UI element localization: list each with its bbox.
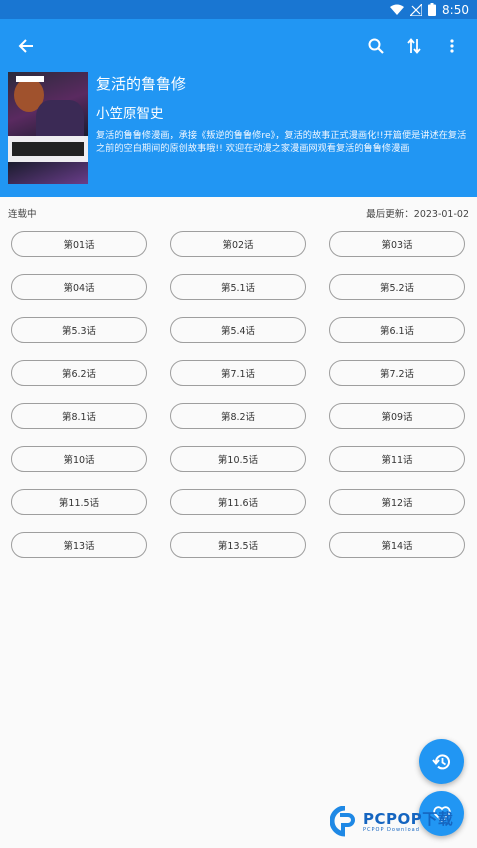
wifi-icon [390,4,405,16]
chapter-button[interactable]: 第10话 [11,446,147,472]
more-button[interactable] [435,29,469,63]
chapter-button[interactable]: 第13话 [11,532,147,558]
chapter-button[interactable]: 第10.5话 [170,446,306,472]
chapter-button[interactable]: 第11.5话 [11,489,147,515]
sort-icon [407,37,421,54]
sort-button[interactable] [397,29,431,63]
chapter-button[interactable]: 第5.2话 [329,274,465,300]
search-icon [368,38,384,54]
comic-header: 复活的鲁鲁修 小笠原智史 复活的鲁鲁修漫画，承接《叛逆的鲁鲁修re》，复活的故事… [0,19,477,197]
chapter-button[interactable]: 第5.3话 [11,317,147,343]
chapter-button[interactable]: 第02话 [170,231,306,257]
more-vert-icon [450,38,454,53]
arrow-back-icon [18,38,33,53]
chapter-button[interactable]: 第09话 [329,403,465,429]
chapter-grid: 第01话 第02话 第03话第04话 第5.1话 第5.2话第5.3话 第5.4话 第6.1… [0,221,477,558]
chapter-button[interactable]: 第7.2话 [329,360,465,386]
chapter-button[interactable]: 第6.1话 [329,317,465,343]
comic-cover-image[interactable] [8,72,88,184]
chapter-button[interactable]: 第6.2话 [11,360,147,386]
history-icon [431,753,450,769]
chapter-button[interactable]: 第5.1话 [170,274,306,300]
pcpop-logo-icon [330,806,355,837]
chapter-button[interactable]: 第13.5话 [170,532,306,558]
chapter-button[interactable]: 第14话 [329,532,465,558]
chapter-button[interactable]: 第12话 [329,489,465,515]
serial-status: 连载中 [8,209,37,220]
status-time: 8:50 [442,2,469,17]
comic-details: 复活的鲁鲁修 小笠原智史 复活的鲁鲁修漫画，承接《叛逆的鲁鲁修re》，复活的故事… [96,72,469,184]
chapter-button[interactable]: 第8.1话 [11,403,147,429]
chapter-button[interactable]: 第01话 [11,231,147,257]
battery-icon [428,3,437,16]
comic-description: 复活的鲁鲁修漫画，承接《叛逆的鲁鲁修re》，复活的故事正式漫画化!!开篇便是讲述… [96,130,467,154]
chapter-button[interactable]: 第5.4话 [170,317,306,343]
chapter-button[interactable]: 第11.6话 [170,489,306,515]
status-bar: 8:50 [0,0,477,19]
chapter-button[interactable]: 第7.1话 [170,360,306,386]
chapter-button[interactable]: 第03话 [329,231,465,257]
last-update: 最后更新：2023-01-02 [366,209,469,220]
history-button[interactable] [419,739,464,784]
comic-title: 复活的鲁鲁修 [96,75,187,93]
toolbar [0,19,477,72]
search-button[interactable] [359,29,393,63]
signal-icon [410,3,423,16]
watermark-main: PCPOP下载 [363,810,454,828]
chapter-button[interactable]: 第8.2话 [170,403,306,429]
chapter-button[interactable]: 第04话 [11,274,147,300]
watermark: PCPOP下载 PCPOP Download [330,806,453,838]
back-button[interactable] [12,32,40,60]
comic-author[interactable]: 小笠原智史 [96,105,469,123]
comic-info: 复活的鲁鲁修 小笠原智史 复活的鲁鲁修漫画，承接《叛逆的鲁鲁修re》，复活的故事… [0,72,477,184]
meta-row: 连载中 最后更新：2023-01-02 [0,197,477,221]
chapter-button[interactable]: 第11话 [329,446,465,472]
